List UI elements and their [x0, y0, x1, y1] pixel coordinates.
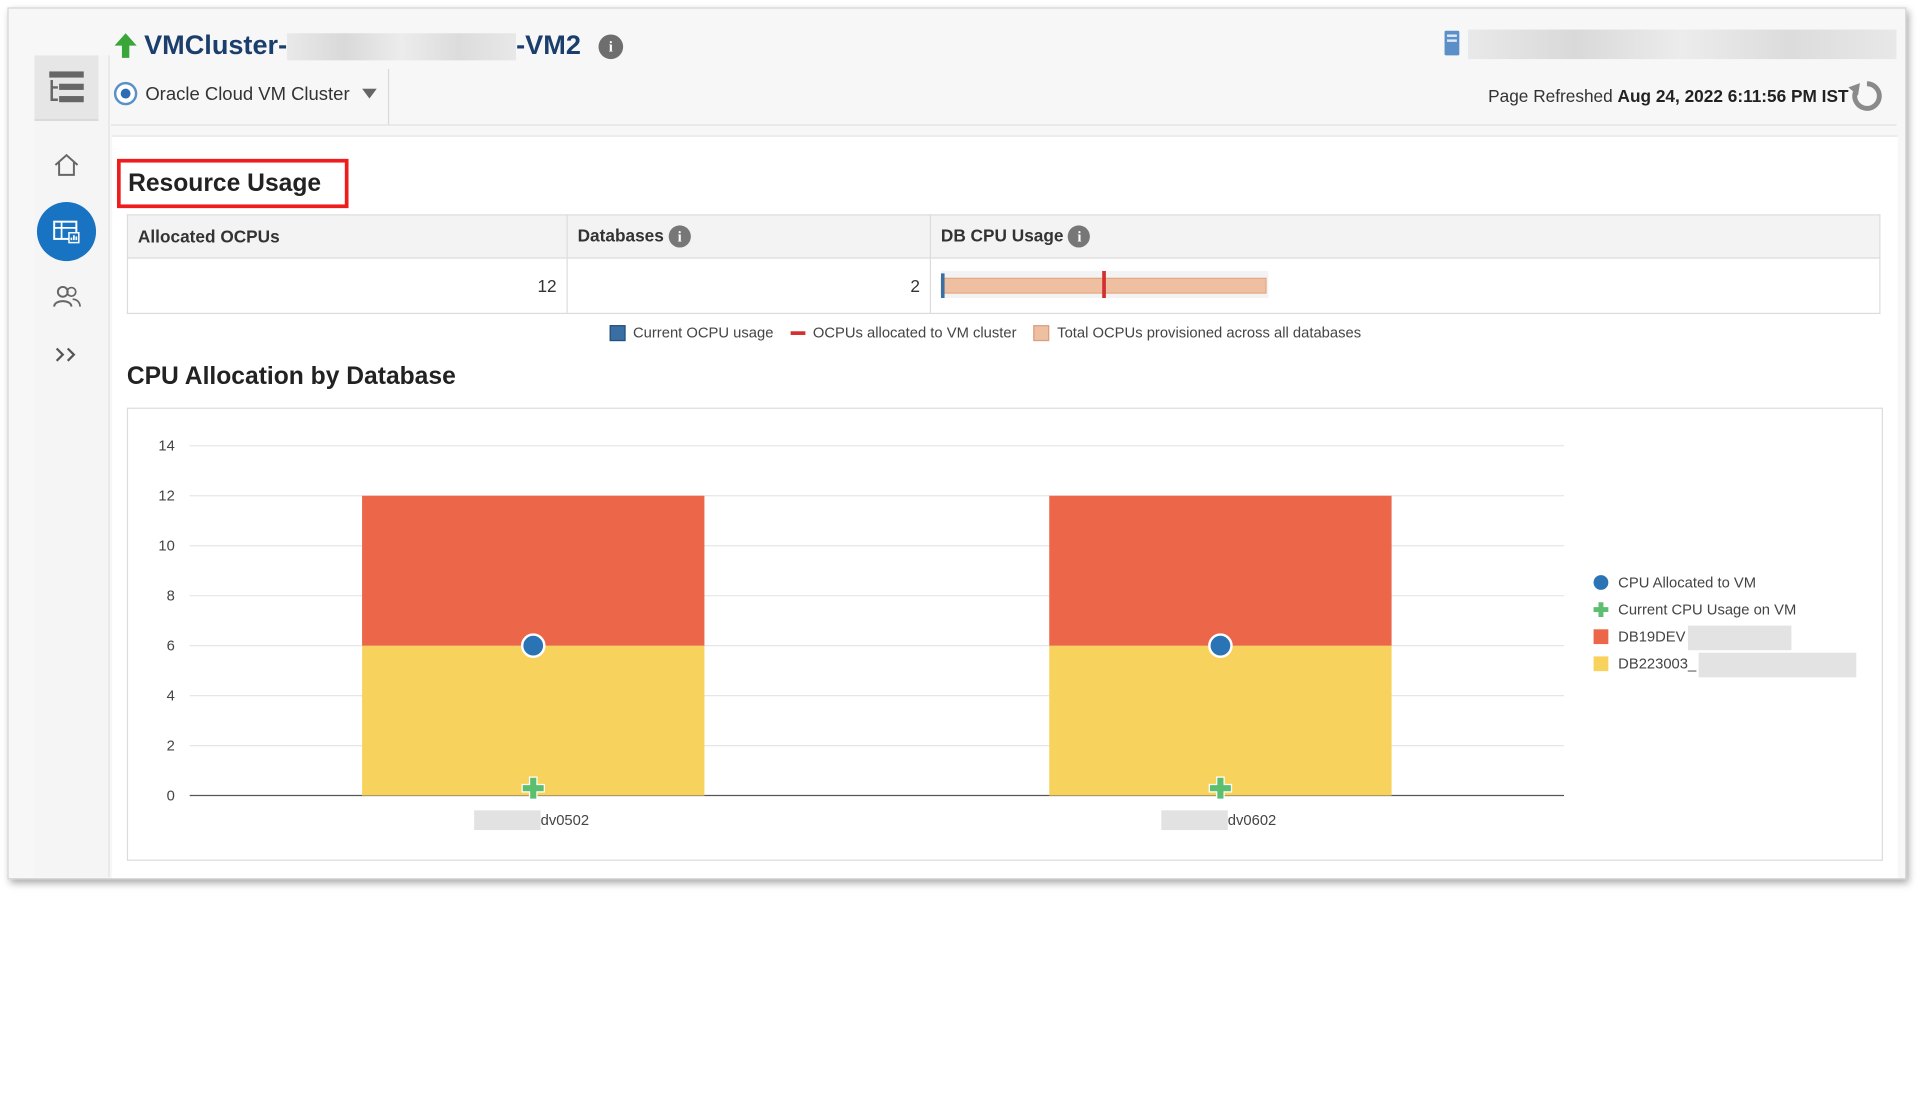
x-tick-label: dv0502 — [541, 813, 589, 829]
legend-label-redacted — [1698, 652, 1857, 678]
bar-db223003 — [362, 645, 705, 796]
cpu-allocation-heading: CPU Allocation by Database — [126, 363, 456, 391]
page-refreshed-value: Aug 24, 2022 6:11:56 PM IST — [1617, 86, 1849, 106]
host-name-redacted — [1467, 29, 1897, 60]
legend-label: DB19DEV — [1618, 630, 1685, 646]
usage-legend: Current OCPU usage OCPUs allocated to VM… — [609, 324, 1361, 342]
y-tick-label: 4 — [167, 689, 175, 705]
resource-usage-heading: Resource Usage — [128, 169, 322, 198]
current-ocpu-bar — [940, 272, 945, 298]
y-tick-label: 6 — [167, 639, 175, 655]
cpu-allocation-chart: 0 2 4 6 8 10 12 14 dv0502 dv0602 CPU Allocated to … — [126, 407, 1883, 861]
page-refreshed-label: Page Refreshed — [1488, 86, 1613, 106]
bar-db19dev — [362, 495, 705, 646]
target-icon — [113, 81, 138, 106]
resource-usage-table: Allocated OCPUs Databases i DB CPU Usage… — [126, 214, 1881, 315]
category-label-redacted — [474, 810, 541, 831]
table-header-row: Allocated OCPUs Databases i DB CPU Usage… — [126, 214, 1881, 259]
db-cpu-usage-info-icon[interactable]: i — [1068, 225, 1091, 248]
toolbar-divider — [387, 68, 390, 125]
table-row: 12 2 — [126, 257, 1881, 315]
bar-db19dev — [1049, 495, 1392, 646]
chevron-down-icon — [361, 88, 377, 99]
target-type-menu[interactable]: Oracle Cloud VM Cluster — [113, 81, 377, 106]
bar-db223003 — [1049, 645, 1392, 796]
col-db-cpu-usage: DB CPU Usage i — [929, 214, 1881, 259]
databases-info-icon[interactable]: i — [668, 225, 691, 248]
allocated-ocpus-value: 12 — [126, 257, 568, 315]
legend-label: CPU Allocated to VM — [1618, 575, 1756, 591]
legend-label-redacted — [1687, 625, 1792, 651]
sidebar-item-home[interactable] — [37, 135, 96, 194]
page-refreshed: Page Refreshed Aug 24, 2022 6:11:56 PM I… — [1488, 86, 1848, 106]
y-tick-label: 0 — [167, 788, 175, 804]
cpu-allocated-marker — [520, 633, 546, 658]
db-cpu-usage-cell — [929, 257, 1881, 315]
category-label-redacted — [1161, 810, 1228, 831]
legend-swatch-cpu-allocated — [1593, 575, 1609, 590]
legend-label: Current CPU Usage on VM — [1618, 603, 1796, 619]
target-type-label: Oracle Cloud VM Cluster — [145, 83, 350, 105]
db-cpu-usage-bar — [940, 270, 1269, 298]
y-tick-label: 12 — [158, 489, 174, 505]
sidebar-item-dashboard[interactable] — [36, 201, 97, 262]
databases-value: 2 — [566, 257, 932, 315]
dashboard-icon — [53, 220, 80, 244]
sidebar-item-users[interactable] — [37, 267, 96, 326]
col-allocated-ocpus: Allocated OCPUs — [126, 214, 568, 259]
chevron-right-double-icon — [55, 347, 76, 362]
y-tick-label: 14 — [158, 439, 174, 455]
y-tick-label: 2 — [167, 739, 175, 755]
cpu-allocated-marker — [1208, 633, 1233, 658]
title-info-icon[interactable]: i — [598, 34, 624, 60]
allocated-ocpu-marker — [1102, 270, 1106, 298]
legend-item-total-provisioned: Total OCPUs provisioned across all datab… — [1033, 324, 1361, 342]
navigation-menu-button[interactable] — [34, 55, 99, 121]
host-icon — [1443, 30, 1460, 63]
refresh-icon[interactable] — [1848, 78, 1885, 121]
menu-icon — [49, 71, 84, 103]
legend-item-allocated: OCPUs allocated to VM cluster — [790, 324, 1017, 341]
legend-item-current-ocpu: Current OCPU usage — [609, 324, 773, 342]
legend-swatch-series — [1593, 656, 1609, 672]
x-tick-label: dv0602 — [1228, 813, 1276, 829]
cpu-allocation-chart-svg: 0 2 4 6 8 10 12 14 dv0502 dv0602 CPU Allocated to … — [158, 439, 1857, 831]
users-icon — [53, 285, 81, 307]
y-tick-label: 10 — [158, 539, 174, 555]
sidebar-item-expand[interactable] — [37, 325, 96, 384]
page-title: VMCluster- -VM2 — [144, 29, 581, 61]
home-icon — [54, 153, 79, 176]
legend-label: DB223003_ — [1618, 657, 1697, 673]
legend-swatch-series — [1593, 629, 1609, 645]
legend-swatch-cpu-usage — [1593, 602, 1609, 617]
status-up-arrow-icon — [113, 32, 138, 65]
y-tick-label: 8 — [167, 589, 175, 605]
col-databases: Databases i — [566, 214, 932, 259]
